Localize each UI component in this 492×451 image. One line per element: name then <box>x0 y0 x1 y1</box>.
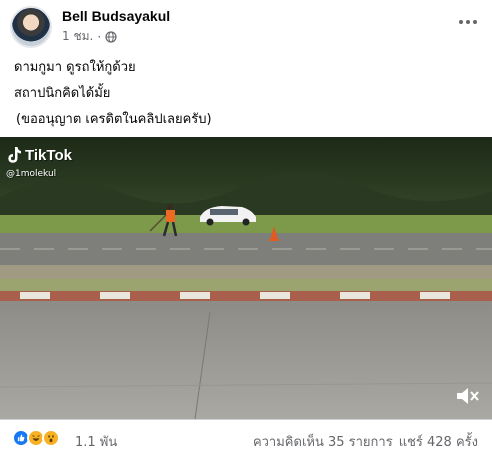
post-time[interactable]: 1 ชม. <box>62 27 93 46</box>
more-options-icon[interactable] <box>456 12 480 32</box>
caption-line-3: (ขออนุญาต เครดิตในคลิปเลยครับ) <box>16 112 212 127</box>
wow-icon <box>42 429 60 447</box>
post-stats: ความคิดเห็น 35 รายการ แชร์ 428 ครั้ง <box>253 431 478 451</box>
post-header: Bell Budsayakul 1 ชม. · <box>0 0 492 50</box>
speaker-muted-icon[interactable] <box>454 385 480 407</box>
globe-icon <box>105 30 117 43</box>
comment-count[interactable]: ความคิดเห็น 35 รายการ <box>253 431 393 451</box>
share-count[interactable]: แชร์ 428 ครั้ง <box>399 431 478 451</box>
caption-line-1: ดามกูมา ดูรถให้กูด้วย <box>14 60 136 75</box>
meta-separator: · <box>97 29 102 44</box>
tiktok-icon <box>8 147 21 163</box>
caption-line-2: สถาปนิกคิดได้มั้ย <box>14 86 111 101</box>
tiktok-watermark: TikTok <box>6 146 72 164</box>
reaction-icons[interactable] <box>12 429 60 447</box>
video-frame <box>0 137 492 419</box>
tiktok-handle: @1molekul <box>6 169 57 179</box>
video-player[interactable]: TikTok @1molekul <box>0 137 492 419</box>
post-footer: 1.1 พัน ความคิดเห็น 35 รายการ แชร์ 428 ค… <box>0 419 492 451</box>
post-meta: 1 ชม. · <box>62 27 117 46</box>
tiktok-brand: TikTok <box>25 146 72 164</box>
avatar[interactable] <box>10 6 52 48</box>
author-name[interactable]: Bell Budsayakul <box>62 8 170 24</box>
reaction-count[interactable]: 1.1 พัน <box>75 431 117 451</box>
